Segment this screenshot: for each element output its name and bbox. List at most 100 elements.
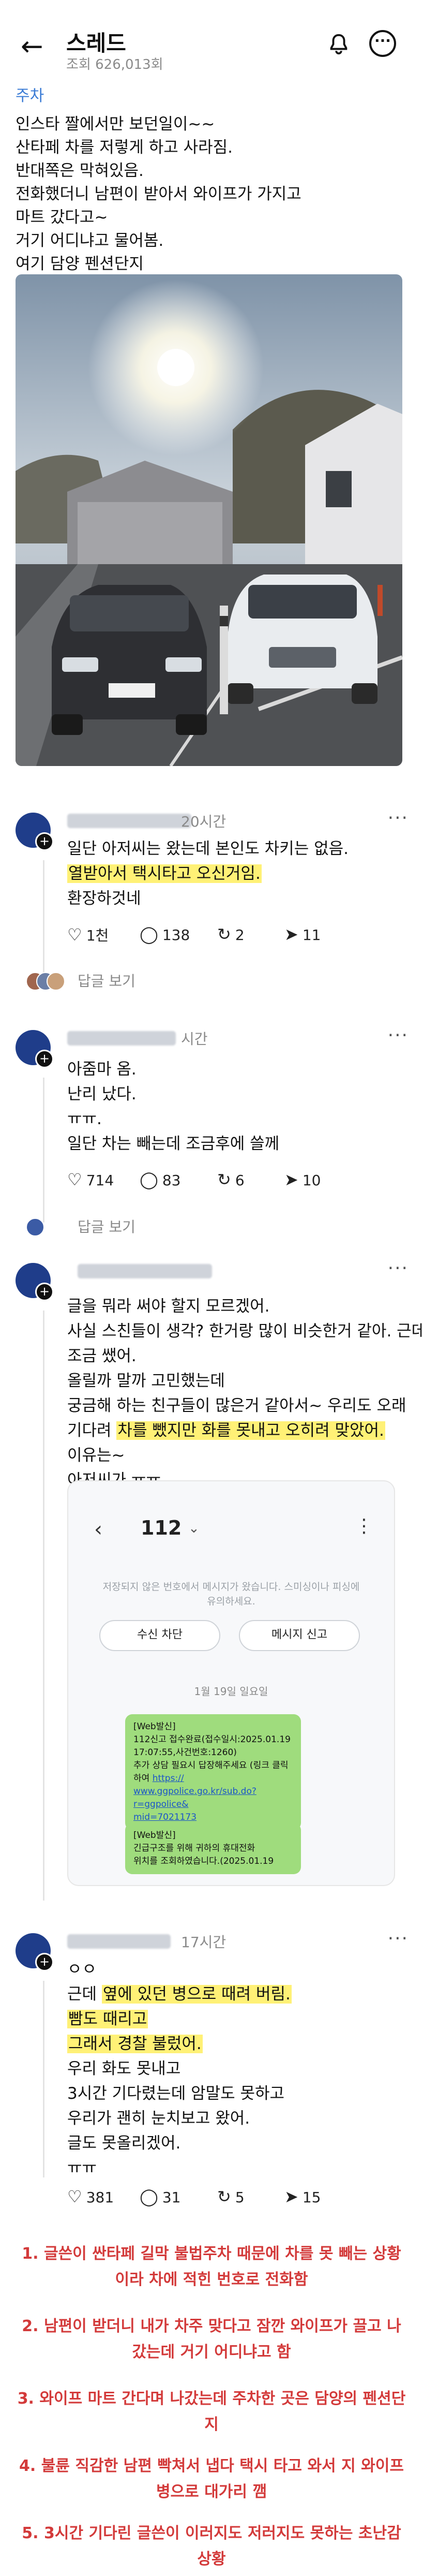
avatar[interactable]: + bbox=[16, 1030, 54, 1068]
comment-body: 일단 아저씨는 왔는데 본인도 차키는 없음. 열받아서 택시타고 오신거임. … bbox=[67, 836, 409, 911]
summary-item: 1. 글쓴이 싼타페 길막 불법주차 때문에 차를 못 빼는 상황이라 차에 적… bbox=[22, 2245, 401, 2289]
post-line: 여기 담양 펜션단지 bbox=[16, 255, 144, 273]
username-blurred[interactable] bbox=[67, 814, 191, 828]
follow-plus-icon[interactable]: + bbox=[35, 1953, 54, 1971]
sms-sender: 112 bbox=[141, 1517, 182, 1539]
bell-icon[interactable] bbox=[327, 32, 351, 56]
username-blurred[interactable] bbox=[67, 1934, 171, 1949]
app-header: ← 스레드 조회 626,013회 ··· bbox=[0, 0, 423, 83]
sms-line: [Web발신] bbox=[133, 1830, 176, 1841]
repost-icon: ↻ bbox=[217, 2187, 231, 2206]
more-icon[interactable]: ··· bbox=[369, 30, 396, 57]
comment-line: 환장하것네 bbox=[67, 889, 141, 908]
repost-button[interactable]: ↻ 6 bbox=[217, 1170, 245, 1189]
comment-line-highlighted: 빰도 때리고 bbox=[67, 2010, 148, 2028]
post-body: 주차 인스타 짤에서만 보던일이~~ 산타페 차를 저렇게 하고 사라짐. 반대… bbox=[16, 83, 409, 276]
comment-text: 기다려 bbox=[67, 1421, 117, 1440]
comment: + 17시간 ··· ㅇㅇ 근데 옆에 있던 병으로 때려 버림. 빰도 때리고… bbox=[10, 1928, 414, 2206]
chevron-down-icon: ⌄ bbox=[188, 1521, 200, 1536]
reply-button[interactable]: ◯ 31 bbox=[140, 2187, 180, 2206]
comment-line: 일단 차는 빼는데 조금후에 쓸께 bbox=[67, 1135, 280, 1153]
comment-text-highlighted: 옆에 있던 병으로 때려 버림. bbox=[101, 1985, 292, 2004]
share-button[interactable]: ➤ 11 bbox=[284, 924, 321, 944]
repost-count: 6 bbox=[235, 1172, 245, 1189]
repost-count: 5 bbox=[235, 2189, 245, 2206]
view-replies-link[interactable]: 답글 보기 bbox=[78, 1216, 135, 1237]
comment-text-highlighted: 차를 뺐지만 화를 못내고 오히려 맞았어. bbox=[116, 1421, 385, 1440]
follow-plus-icon[interactable]: + bbox=[35, 832, 54, 851]
like-button[interactable]: ♡ 1천 bbox=[67, 924, 109, 945]
sms-line: 긴급구조를 위해 귀하의 휴대전화 bbox=[133, 1843, 255, 1853]
sms-warning: 저장되지 않은 번호에서 메시지가 왔습니다. 스미싱이나 피싱에 유의하세요. bbox=[102, 1581, 360, 1607]
comment-line-highlighted: 그래서 경찰 불렀어. bbox=[67, 2035, 203, 2053]
sms-link: www.ggpolice.go.kr/sub.do?r=ggpolice& bbox=[133, 1786, 256, 1809]
sms-link: https:// bbox=[152, 1773, 184, 1784]
more-icon[interactable]: ··· bbox=[388, 1025, 409, 1046]
comment-line: 사실 스친들이 생각? 한거랑 많이 비슷한거 같아. 근데 bbox=[67, 1322, 423, 1341]
view-replies-link[interactable]: 답글 보기 bbox=[78, 970, 135, 991]
username-blurred[interactable] bbox=[78, 1264, 212, 1278]
view-replies-row[interactable]: 답글 보기 bbox=[21, 968, 414, 999]
topic-tag[interactable]: 주차 bbox=[16, 83, 409, 106]
comment-line: 일단 아저씨는 왔는데 본인도 차키는 없음. bbox=[67, 840, 349, 858]
repost-icon: ↻ bbox=[217, 1170, 231, 1189]
comment-time: 17시간 bbox=[181, 1934, 226, 1951]
summary-item: 3. 와이프 마트 간다며 나갔는데 주차한 곳은 담양의 펜션단지 bbox=[17, 2390, 406, 2434]
follow-plus-icon[interactable]: + bbox=[35, 1283, 54, 1301]
comment-body: ㅇㅇ 근데 옆에 있던 병으로 때려 버림. 빰도 때리고 그래서 경찰 불렀어… bbox=[67, 1957, 409, 2181]
repost-button[interactable]: ↻ 5 bbox=[217, 2187, 245, 2206]
comment-icon: ◯ bbox=[140, 2187, 158, 2206]
comment-line-mixed: 기다려 차를 뺐지만 화를 못내고 오히려 맞았어. bbox=[67, 1418, 409, 1443]
share-button[interactable]: ➤ 15 bbox=[284, 2187, 321, 2206]
reply-count: 83 bbox=[162, 1172, 181, 1189]
repost-button[interactable]: ↻ 2 bbox=[217, 924, 245, 944]
view-replies-row[interactable]: 답글 보기 bbox=[21, 1214, 414, 1245]
thread-line bbox=[43, 1981, 44, 2177]
more-icon[interactable]: ··· bbox=[388, 807, 409, 829]
comment-line: ㅠㅠ bbox=[67, 2159, 97, 2177]
comment-line: 올릴까 말까 고민했는데 bbox=[67, 1372, 225, 1390]
share-count: 10 bbox=[302, 1172, 321, 1189]
comment-line: 3시간 기다렸는데 암말도 못하고 bbox=[67, 2084, 285, 2103]
arrow-left-icon[interactable]: ← bbox=[21, 31, 43, 62]
comment-actions: ♡ 1천 ◯ 138 ↻ 2 ➤ 11 bbox=[67, 924, 357, 945]
reply-count: 31 bbox=[162, 2189, 181, 2206]
sms-line: 112신고 접수완료(접수일시:2025.01.19 bbox=[133, 1734, 291, 1745]
reply-count: 138 bbox=[162, 926, 190, 944]
like-count: 1천 bbox=[86, 927, 109, 944]
share-icon: ➤ bbox=[284, 2187, 298, 2206]
reply-button[interactable]: ◯ 83 bbox=[140, 1170, 180, 1189]
post-line: 전화했더니 남편이 받아서 와이프가 가지고 bbox=[16, 185, 301, 203]
share-button[interactable]: ➤ 10 bbox=[284, 1170, 321, 1189]
comment-icon: ◯ bbox=[140, 924, 158, 944]
post-line: 반대쪽은 막혀있음. bbox=[16, 161, 144, 180]
follow-plus-icon[interactable]: + bbox=[35, 1050, 54, 1068]
reply-button[interactable]: ◯ 138 bbox=[140, 924, 190, 944]
view-count: 조회 626,013회 bbox=[66, 57, 163, 72]
sms-screenshot[interactable]: ‹ 112 ⌄ ⋮ 저장되지 않은 번호에서 메시지가 왔습니다. 스미싱이나 … bbox=[67, 1480, 395, 1886]
share-icon: ➤ bbox=[284, 924, 298, 944]
like-button[interactable]: ♡ 714 bbox=[67, 1170, 114, 1189]
heart-icon: ♡ bbox=[67, 925, 82, 945]
more-icon[interactable]: ··· bbox=[388, 1928, 409, 1949]
more-icon[interactable]: ··· bbox=[388, 1258, 409, 1279]
avatar[interactable]: + bbox=[16, 1933, 54, 1971]
comment-line: 이유는~ bbox=[67, 1446, 125, 1465]
avatar[interactable]: + bbox=[16, 1263, 54, 1301]
comment-line: ㅇㅇ bbox=[67, 1960, 97, 1979]
like-count: 714 bbox=[86, 1172, 114, 1189]
post-line: 마트 갔다고~ bbox=[16, 208, 108, 227]
parking-photo[interactable] bbox=[16, 274, 402, 766]
sms-bubble: [Web발신] 112신고 접수완료(접수일시:2025.01.19 17:07… bbox=[125, 1714, 301, 1830]
like-button[interactable]: ♡ 381 bbox=[67, 2187, 114, 2206]
share-icon: ➤ bbox=[284, 1170, 298, 1189]
comment: + 시간 ··· 아줌마 옴. 난리 났다. ㅠㅠ. 일단 차는 빼는데 조금후… bbox=[10, 1025, 414, 1247]
sms-line: [Web발신] bbox=[133, 1721, 176, 1732]
comment-line: 궁금해 하는 친구들이 많은거 같아서~ 우리도 오래 bbox=[67, 1396, 406, 1415]
comment: + 20시간 ··· 일단 아저씨는 왔는데 본인도 차키는 없음. 열받아서 … bbox=[10, 807, 414, 999]
username-blurred[interactable] bbox=[67, 1031, 176, 1046]
avatar[interactable]: + bbox=[16, 813, 54, 851]
comment-line: 우리 화도 못내고 bbox=[67, 2059, 181, 2078]
sms-line: 17:07:55,사건번호:1260) bbox=[133, 1747, 237, 1758]
comment-icon: ◯ bbox=[140, 1170, 158, 1189]
